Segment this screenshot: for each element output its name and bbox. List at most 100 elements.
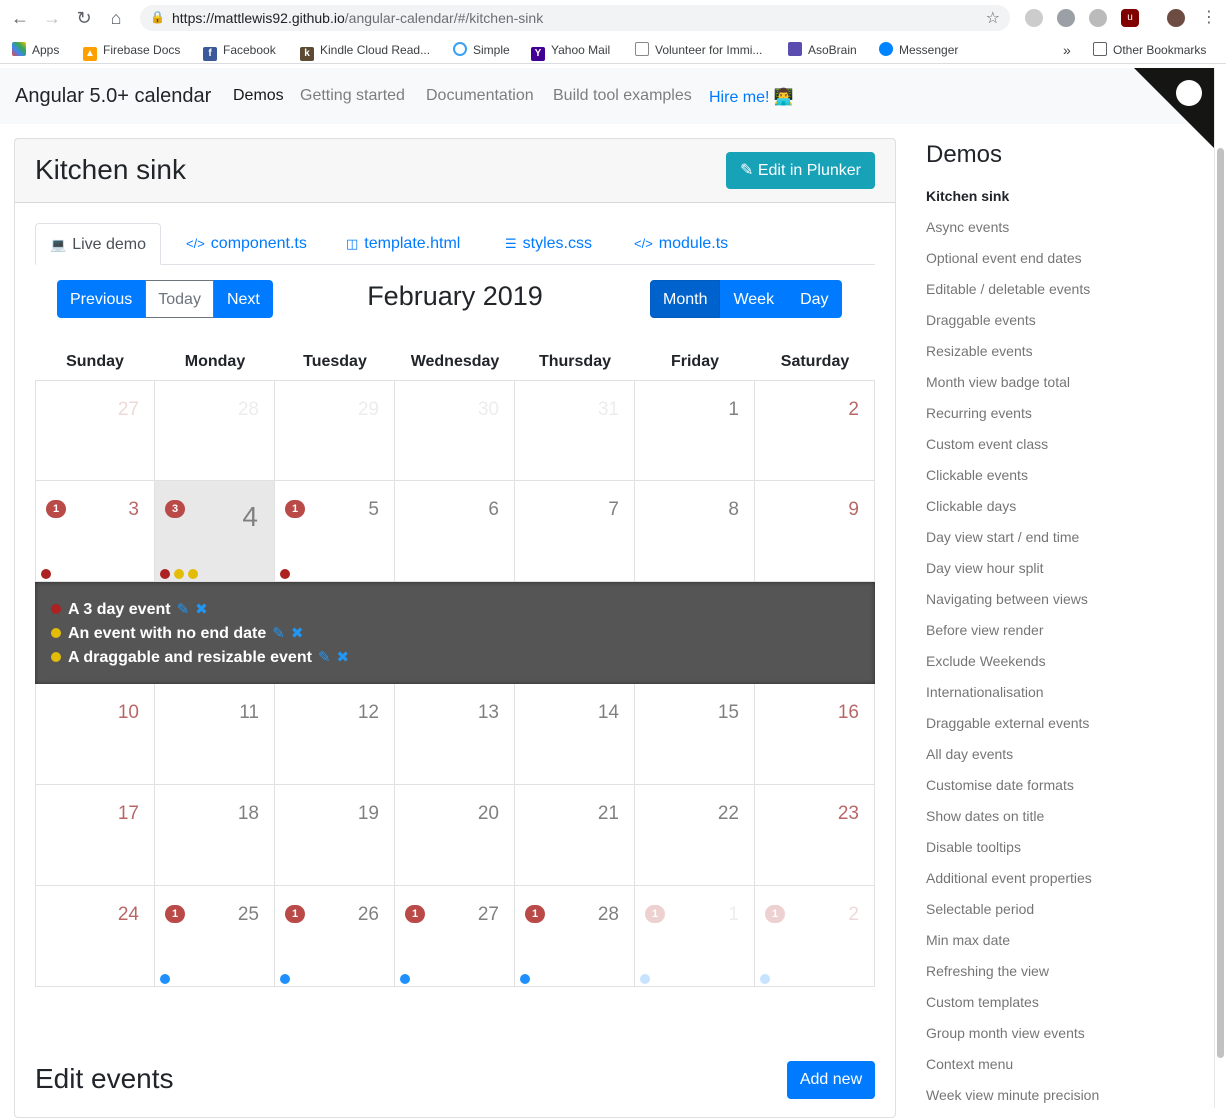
day-cell[interactable]: 13 bbox=[395, 684, 515, 785]
next-button[interactable]: Next bbox=[213, 280, 273, 318]
event-dot[interactable] bbox=[41, 569, 51, 579]
sidebar-item[interactable]: Group month view events bbox=[926, 1023, 1206, 1054]
bookmark-volunteer[interactable]: Volunteer for Immi... bbox=[635, 42, 762, 58]
sidebar-item[interactable]: Editable / deletable events bbox=[926, 279, 1206, 310]
back-arrow-icon[interactable]: ← bbox=[10, 8, 30, 28]
sidebar-item[interactable]: Draggable external events bbox=[926, 713, 1206, 744]
sidebar-item[interactable]: Internationalisation bbox=[926, 682, 1206, 713]
nav-link-getting-started[interactable]: Getting started bbox=[300, 87, 405, 105]
sidebar-item[interactable]: Draggable events bbox=[926, 310, 1206, 341]
reload-icon[interactable]: ↻ bbox=[74, 8, 94, 28]
sidebar-item[interactable]: Min max date bbox=[926, 930, 1206, 961]
tab-module-ts[interactable]: </> module.ts bbox=[620, 223, 742, 265]
bookmark-star-icon[interactable]: ☆ bbox=[986, 8, 1000, 28]
day-cell[interactable]: 17 bbox=[35, 785, 155, 886]
event-dot[interactable] bbox=[160, 569, 170, 579]
pencil-icon[interactable]: ✎ bbox=[177, 601, 190, 618]
day-view-button[interactable]: Day bbox=[787, 280, 842, 318]
nav-link-documentation[interactable]: Documentation bbox=[426, 87, 534, 105]
day-cell[interactable]: 21 bbox=[515, 785, 635, 886]
day-cell[interactable]: 28 1 bbox=[515, 886, 635, 987]
day-cell[interactable]: 9 bbox=[755, 481, 875, 582]
day-cell[interactable]: 11 bbox=[155, 684, 275, 785]
more-bookmarks-chevron[interactable]: » bbox=[1063, 42, 1071, 58]
sidebar-item[interactable]: Kitchen sink bbox=[926, 186, 1206, 217]
day-cell[interactable]: 20 bbox=[395, 785, 515, 886]
bookmark-messenger[interactable]: Messenger bbox=[879, 42, 958, 58]
ublock-icon[interactable]: u bbox=[1121, 9, 1139, 27]
day-cell[interactable]: 30 bbox=[395, 380, 515, 481]
scrollbar-thumb[interactable] bbox=[1217, 148, 1224, 1058]
sidebar-item[interactable]: Show dates on title bbox=[926, 806, 1206, 837]
week-view-button[interactable]: Week bbox=[720, 280, 788, 318]
event-title-link[interactable]: A draggable and resizable event bbox=[68, 649, 312, 666]
extension-icon[interactable] bbox=[1025, 9, 1043, 27]
close-icon[interactable]: ✖ bbox=[337, 649, 350, 666]
extension-icon[interactable] bbox=[1057, 9, 1075, 27]
day-cell[interactable]: 27 1 bbox=[395, 886, 515, 987]
tab-template-html[interactable]: ◫ template.html bbox=[332, 223, 474, 265]
day-cell[interactable]: 8 bbox=[635, 481, 755, 582]
sidebar-item[interactable]: Selectable period bbox=[926, 899, 1206, 930]
day-cell[interactable]: 11 bbox=[635, 886, 755, 987]
tab-styles-css[interactable]: ☰ styles.css bbox=[491, 223, 606, 265]
sidebar-item[interactable]: Resizable events bbox=[926, 341, 1206, 372]
bookmark-firebase[interactable]: ▲ Firebase Docs bbox=[83, 42, 180, 61]
address-bar[interactable]: 🔒 https://mattlewis92.github.io/angular-… bbox=[140, 5, 1010, 31]
bookmark-facebook[interactable]: f Facebook bbox=[203, 42, 276, 61]
pencil-icon[interactable]: ✎ bbox=[272, 625, 285, 642]
day-cell[interactable]: 29 bbox=[275, 380, 395, 481]
day-cell[interactable]: 23 bbox=[755, 785, 875, 886]
sidebar-item[interactable]: Context menu bbox=[926, 1054, 1206, 1085]
nav-link-hire-me[interactable]: Hire me! 👨‍💻 bbox=[709, 87, 794, 107]
sidebar-item[interactable]: Additional event properties bbox=[926, 868, 1206, 899]
day-cell[interactable]: 21 bbox=[755, 886, 875, 987]
sidebar-item[interactable]: Day view hour split bbox=[926, 558, 1206, 589]
forward-arrow-icon[interactable]: → bbox=[42, 8, 62, 28]
day-cell[interactable]: 26 1 bbox=[275, 886, 395, 987]
day-cell[interactable]: 16 bbox=[755, 684, 875, 785]
sidebar-item[interactable]: Customise date formats bbox=[926, 775, 1206, 806]
add-new-button[interactable]: Add new bbox=[787, 1061, 875, 1099]
sidebar-item[interactable]: Month view badge total bbox=[926, 372, 1206, 403]
today-button[interactable]: Today bbox=[145, 280, 214, 318]
sidebar-item[interactable]: Exclude Weekends bbox=[926, 651, 1206, 682]
sidebar-item[interactable]: All day events bbox=[926, 744, 1206, 775]
other-bookmarks[interactable]: Other Bookmarks bbox=[1093, 42, 1206, 58]
event-dot[interactable] bbox=[174, 569, 184, 579]
sidebar-item[interactable]: Optional event end dates bbox=[926, 248, 1206, 279]
sidebar-item[interactable]: Week view minute precision bbox=[926, 1085, 1206, 1116]
day-cell[interactable]: 14 bbox=[515, 684, 635, 785]
event-dot[interactable] bbox=[520, 974, 530, 984]
day-cell[interactable]: 31 bbox=[515, 380, 635, 481]
profile-avatar[interactable] bbox=[1167, 9, 1185, 27]
event-dot[interactable] bbox=[640, 974, 650, 984]
day-cell[interactable]: 19 bbox=[275, 785, 395, 886]
day-cell[interactable]: 6 bbox=[395, 481, 515, 582]
menu-dots-icon[interactable]: ⋮ bbox=[1199, 8, 1219, 28]
bookmark-asobrain[interactable]: AsoBrain bbox=[788, 42, 857, 58]
event-title-link[interactable]: An event with no end date bbox=[68, 625, 266, 642]
day-cell[interactable]: 1 bbox=[635, 380, 755, 481]
sidebar-item[interactable]: Refreshing the view bbox=[926, 961, 1206, 992]
event-dot[interactable] bbox=[280, 569, 290, 579]
edit-in-plunker-button[interactable]: ✎ Edit in Plunker bbox=[726, 152, 875, 189]
day-cell[interactable]: 10 bbox=[35, 684, 155, 785]
day-cell[interactable]: 22 bbox=[635, 785, 755, 886]
sidebar-item[interactable]: Clickable events bbox=[926, 465, 1206, 496]
day-cell[interactable]: 15 bbox=[635, 684, 755, 785]
event-dot[interactable] bbox=[400, 974, 410, 984]
tab-component-ts[interactable]: </> component.ts bbox=[172, 223, 321, 265]
close-icon[interactable]: ✖ bbox=[291, 625, 304, 642]
sidebar-item[interactable]: Day view start / end time bbox=[926, 527, 1206, 558]
day-cell[interactable]: 25 1 bbox=[155, 886, 275, 987]
sidebar-item[interactable]: Clickable days bbox=[926, 496, 1206, 527]
bookmark-yahoo[interactable]: Y Yahoo Mail bbox=[531, 42, 610, 61]
bookmark-kindle[interactable]: k Kindle Cloud Read... bbox=[300, 42, 430, 61]
bookmark-apps[interactable]: Apps bbox=[12, 42, 59, 58]
day-cell[interactable]: 24 bbox=[35, 886, 155, 987]
day-cell[interactable]: 18 bbox=[155, 785, 275, 886]
bookmark-simple[interactable]: Simple bbox=[453, 42, 510, 58]
previous-button[interactable]: Previous bbox=[57, 280, 146, 318]
navbar-brand[interactable]: Angular 5.0+ calendar bbox=[15, 85, 211, 108]
